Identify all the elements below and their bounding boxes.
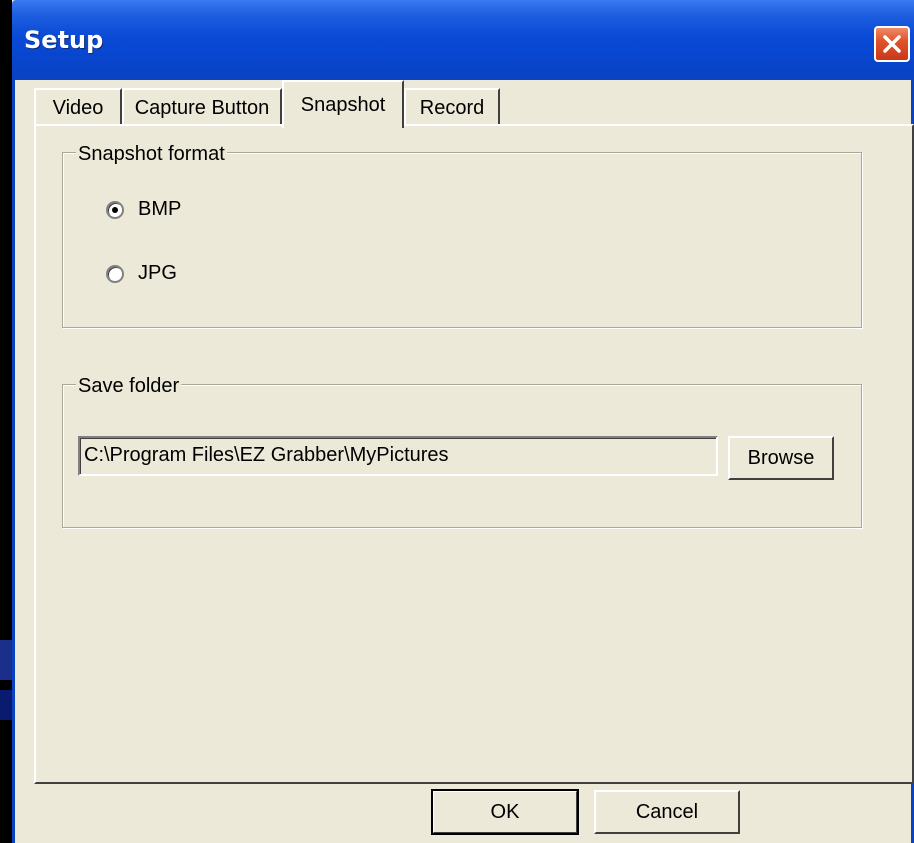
window-title: Setup: [24, 26, 104, 54]
radio-button[interactable]: [106, 264, 124, 283]
tab-label: Snapshot: [300, 93, 386, 116]
tab-label: Video: [52, 96, 104, 119]
button-label: Cancel: [635, 800, 699, 823]
desktop-fragment: [0, 640, 12, 680]
browse-button[interactable]: Browse: [728, 436, 834, 480]
setup-dialog: Setup Video Capture Button Snapshot Reco…: [12, 0, 914, 843]
button-label: Browse: [747, 446, 815, 469]
save-folder-path-field[interactable]: C:\Program Files\EZ Grabber\MyPictures: [78, 436, 718, 476]
radio-button[interactable]: [106, 200, 124, 219]
close-icon: [883, 35, 901, 53]
snapshot-format-legend: Snapshot format: [76, 143, 227, 165]
radio-jpg[interactable]: JPG: [106, 262, 177, 285]
title-bar[interactable]: Setup: [12, 0, 914, 80]
radio-selected-dot: [112, 206, 118, 213]
ok-button[interactable]: OK: [431, 789, 579, 835]
tab-capture-button[interactable]: Capture Button: [122, 88, 282, 126]
close-button[interactable]: [874, 26, 910, 62]
tab-video[interactable]: Video: [34, 88, 122, 126]
radio-label: JPG: [138, 262, 177, 284]
tab-snapshot[interactable]: Snapshot: [282, 80, 404, 128]
tab-label: Capture Button: [134, 96, 270, 119]
radio-label: BMP: [138, 198, 182, 220]
button-label: OK: [490, 800, 520, 823]
desktop-background: [0, 0, 12, 843]
cancel-button[interactable]: Cancel: [594, 790, 740, 834]
save-folder-legend: Save folder: [76, 375, 182, 397]
tab-record[interactable]: Record: [404, 88, 500, 126]
tab-label: Record: [419, 96, 485, 119]
snapshot-format-group: [62, 152, 862, 328]
desktop-fragment: [0, 690, 12, 720]
radio-bmp[interactable]: BMP: [106, 198, 181, 221]
